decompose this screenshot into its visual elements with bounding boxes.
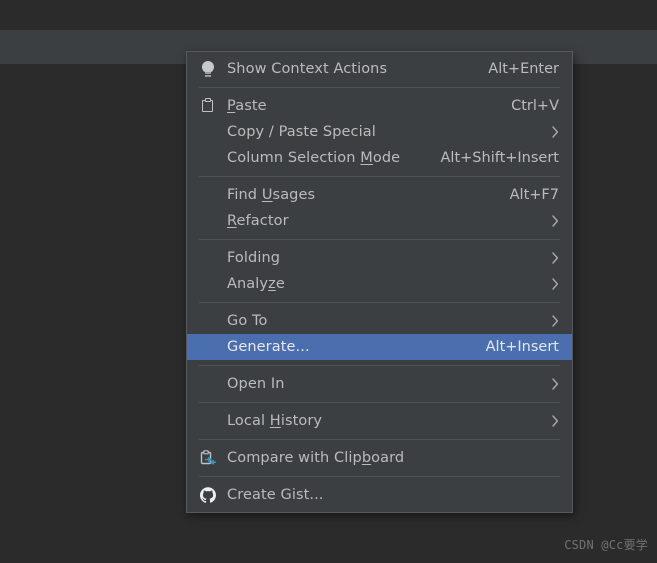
menu-item-label: Folding — [227, 250, 281, 266]
menu-item-label: Show Context Actions — [227, 61, 388, 77]
menu-item-generate[interactable]: Generate... Alt+Insert — [187, 334, 572, 360]
menu-item-refactor[interactable]: Refactor — [187, 208, 572, 234]
menu-item-shortcut: Alt+Shift+Insert — [440, 150, 559, 166]
menu-item-label: Open In — [227, 376, 285, 392]
menu-item-open-in[interactable]: Open In — [187, 371, 572, 397]
lightbulb-icon — [197, 61, 219, 77]
menu-item-analyze[interactable]: Analyze — [187, 271, 572, 297]
chevron-right-icon — [531, 278, 559, 290]
chevron-right-icon — [531, 215, 559, 227]
menu-item-create-gist[interactable]: Create Gist... — [187, 482, 572, 508]
chevron-right-icon — [531, 252, 559, 264]
menu-item-label: Local History — [227, 413, 323, 429]
menu-item-label: Paste — [227, 98, 267, 114]
chevron-right-icon — [531, 415, 559, 427]
ide-titlebar — [0, 0, 657, 30]
menu-item-shortcut: Alt+Insert — [485, 339, 559, 355]
menu-item-label: Column Selection Mode — [227, 150, 401, 166]
clipboard-icon — [197, 98, 219, 114]
chevron-right-icon — [531, 378, 559, 390]
menu-item-shortcut: Alt+Enter — [488, 61, 559, 77]
menu-separator — [199, 365, 560, 366]
menu-item-local-history[interactable]: Local History — [187, 408, 572, 434]
menu-separator — [199, 476, 560, 477]
menu-item-label: Create Gist... — [227, 487, 324, 503]
watermark: CSDN @Cc要学 — [564, 538, 648, 552]
editor-context-menu[interactable]: Show Context Actions Alt+Enter Paste Ctrl+V… — [186, 51, 573, 513]
menu-item-column-selection-mode[interactable]: Column Selection Mode Alt+Shift+Insert — [187, 145, 572, 171]
menu-item-copy-paste-special[interactable]: Copy / Paste Special — [187, 119, 572, 145]
menu-separator — [199, 87, 560, 88]
menu-separator — [199, 439, 560, 440]
menu-item-compare-with-clipboard[interactable]: Compare with Clipboard — [187, 445, 572, 471]
menu-item-label: Go To — [227, 313, 268, 329]
chevron-right-icon — [531, 126, 559, 138]
menu-item-show-context-actions[interactable]: Show Context Actions Alt+Enter — [187, 56, 572, 82]
menu-item-folding[interactable]: Folding — [187, 245, 572, 271]
menu-item-shortcut: Alt+F7 — [509, 187, 559, 203]
menu-item-shortcut: Ctrl+V — [511, 98, 559, 114]
menu-item-label: Generate... — [227, 339, 310, 355]
menu-item-find-usages[interactable]: Find Usages Alt+F7 — [187, 182, 572, 208]
menu-item-label: Refactor — [227, 213, 289, 229]
compare-clipboard-icon — [197, 449, 219, 467]
github-icon — [197, 487, 219, 503]
menu-item-paste[interactable]: Paste Ctrl+V — [187, 93, 572, 119]
menu-item-label: Compare with Clipboard — [227, 450, 405, 466]
menu-item-label: Find Usages — [227, 187, 316, 203]
menu-separator — [199, 302, 560, 303]
menu-separator — [199, 176, 560, 177]
menu-separator — [199, 402, 560, 403]
menu-item-label: Copy / Paste Special — [227, 124, 376, 140]
chevron-right-icon — [531, 315, 559, 327]
menu-item-label: Analyze — [227, 276, 285, 292]
menu-separator — [199, 239, 560, 240]
menu-item-go-to[interactable]: Go To — [187, 308, 572, 334]
